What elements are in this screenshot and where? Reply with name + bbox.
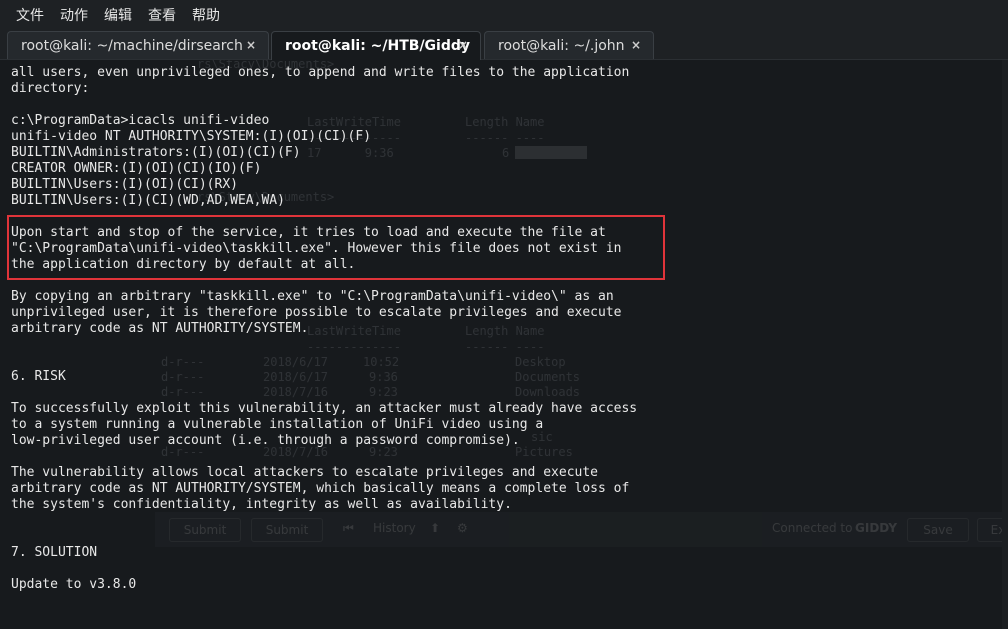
terminal-line: 6. RISK: [11, 369, 66, 384]
menu-action[interactable]: 动作: [60, 5, 88, 25]
terminal-line: c:\ProgramData>icacls unifi-video: [11, 113, 270, 128]
scrollbar[interactable]: [1002, 60, 1008, 629]
tab-bar: root@kali: ~/machine/dirsearch × root@ka…: [0, 30, 1008, 60]
close-icon[interactable]: ×: [458, 38, 468, 52]
ghost-save-button: Save: [907, 518, 969, 542]
terminal-output[interactable]: rs\Stacy\Documents> LastWriteTime Length…: [0, 60, 1008, 629]
terminal-line: 7. SOLUTION: [11, 545, 98, 560]
terminal-line: To successfully exploit this vulnerabili…: [11, 401, 638, 416]
close-icon[interactable]: ×: [631, 38, 641, 52]
tab-john[interactable]: root@kali: ~/.john ×: [484, 31, 654, 59]
terminal-line: unifi-video NT AUTHORITY\SYSTEM:(I)(OI)(…: [11, 129, 372, 144]
terminal-line: Upon start and stop of the service, it t…: [11, 225, 606, 240]
tab-label: root@kali: ~/.john: [498, 37, 625, 54]
tab-giddy[interactable]: root@kali: ~/HTB/Giddy ×: [271, 31, 481, 60]
terminal-line: low-privileged user account (i.e. throug…: [11, 433, 520, 448]
terminal-line: Update to v3.8.0: [11, 577, 137, 592]
menubar: 文件 动作 编辑 查看 帮助: [0, 0, 1008, 30]
menu-file[interactable]: 文件: [16, 5, 44, 25]
terminal-line: arbitrary code as NT AUTHORITY/SYSTEM, w…: [11, 481, 630, 496]
tab-label: root@kali: ~/HTB/Giddy: [285, 38, 471, 54]
heading-underline: [11, 385, 637, 401]
menu-view[interactable]: 查看: [148, 5, 176, 25]
ghost-connected-label: Connected to: [772, 521, 853, 535]
terminal-line: By copying an arbitrary "taskkill.exe" t…: [11, 289, 614, 304]
terminal-line: the system's confidentiality, integrity …: [11, 497, 512, 512]
terminal-line: CREATOR OWNER:(I)(OI)(CI)(IO)(F): [11, 161, 262, 176]
terminal-line: BUILTIN\Administrators:(I)(OI)(CI)(F): [11, 145, 301, 160]
tab-label: root@kali: ~/machine/dirsearch: [21, 37, 243, 54]
menu-help[interactable]: 帮助: [192, 5, 220, 25]
terminal-line: BUILTIN\Users:(I)(CI)(WD,AD,WEA,WA): [11, 193, 285, 208]
terminal-line: unprivileged user, it is therefore possi…: [11, 305, 622, 320]
heading-underline: [11, 561, 637, 577]
terminal-line: arbitrary code as NT AUTHORITY/SYSTEM.: [11, 321, 309, 336]
terminal-line: all users, even unprivileged ones, to ap…: [11, 65, 630, 80]
ghost-host-label: GIDDY: [855, 521, 898, 535]
terminal-line: to a system running a vulnerable install…: [11, 417, 544, 432]
terminal-line: The vulnerability allows local attackers…: [11, 465, 598, 480]
terminal-window: 文件 动作 编辑 查看 帮助 root@kali: ~/machine/dirs…: [0, 0, 1008, 629]
terminal-line: the application directory by default at …: [11, 257, 356, 272]
terminal-line: "C:\ProgramData\unifi-video\taskkill.exe…: [11, 241, 622, 256]
tab-dirsearch[interactable]: root@kali: ~/machine/dirsearch ×: [7, 31, 269, 59]
terminal-text: all users, even unprivileged ones, to ap…: [11, 65, 637, 593]
terminal-line: BUILTIN\Users:(I)(OI)(CI)(RX): [11, 177, 238, 192]
close-icon[interactable]: ×: [246, 38, 256, 52]
menu-edit[interactable]: 编辑: [104, 5, 132, 25]
terminal-line: directory:: [11, 81, 90, 96]
